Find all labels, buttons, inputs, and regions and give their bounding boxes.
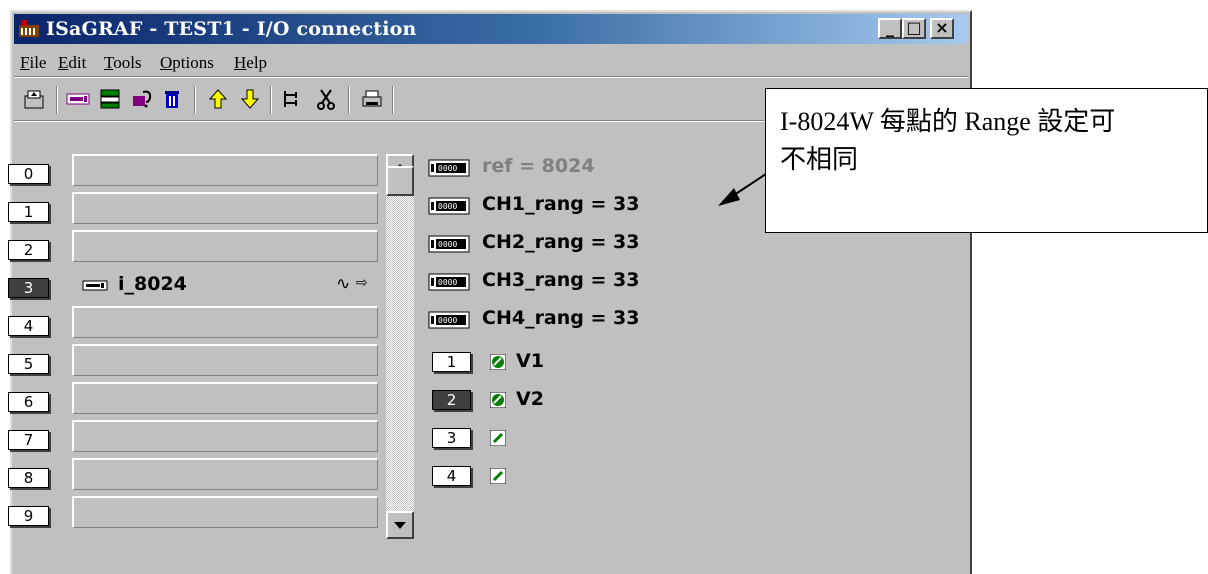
parameters-icon[interactable] xyxy=(128,85,156,113)
parameter-icon: 0000 xyxy=(428,197,470,215)
board-icon[interactable] xyxy=(64,85,92,113)
slot-row-selected[interactable]: i_8024 ∿ ⇨ xyxy=(72,268,378,300)
slot-number[interactable]: 7 xyxy=(8,430,49,450)
menu-separator xyxy=(14,76,968,78)
annotation-box: I-8024W 每點的 Range 設定可 不相同 xyxy=(765,88,1208,233)
free-channel-icon xyxy=(490,430,506,446)
toolbar-separator xyxy=(348,86,350,114)
menu-options[interactable]: Options xyxy=(160,53,214,73)
equipment-icon[interactable] xyxy=(96,85,124,113)
slot-row[interactable] xyxy=(72,192,378,224)
parameter-icon: 0000 xyxy=(428,311,470,329)
board-icon xyxy=(82,280,108,291)
slot-row[interactable] xyxy=(72,458,378,490)
menu-file[interactable]: File xyxy=(20,53,46,73)
output-arrow-icon: ⇨ xyxy=(356,274,368,290)
parameter-text: CH2_rang = 33 xyxy=(482,231,640,253)
parameter-text: CH3_rang = 33 xyxy=(482,269,640,291)
title-bar[interactable]: ISaGRAF - TEST1 - I/O connection _ □ × xyxy=(14,14,968,44)
svg-text:0000: 0000 xyxy=(438,202,457,211)
close-button[interactable]: × xyxy=(930,18,954,39)
slot-row[interactable] xyxy=(72,230,378,262)
slot-row[interactable] xyxy=(72,306,378,338)
svg-text:0000: 0000 xyxy=(438,240,457,249)
move-down-icon[interactable] xyxy=(236,85,264,113)
toolbar-separator xyxy=(270,86,272,114)
slot-number[interactable]: 0 xyxy=(8,164,49,184)
svg-text:0000: 0000 xyxy=(438,278,457,287)
svg-text:0000: 0000 xyxy=(438,316,457,325)
window-title: ISaGRAF - TEST1 - I/O connection xyxy=(46,18,417,40)
toolbar-separator xyxy=(392,86,394,114)
structure-icon[interactable] xyxy=(278,85,306,113)
parameter-icon: 0000 xyxy=(428,235,470,253)
move-up-icon[interactable] xyxy=(204,85,232,113)
menu-edit[interactable]: Edit xyxy=(58,53,86,73)
parameter-text: CH1_rang = 33 xyxy=(482,193,640,215)
annotation-line-1: I-8024W 每點的 Range 設定可 xyxy=(780,107,1116,136)
svg-text:0000: 0000 xyxy=(438,164,457,173)
slot-number[interactable]: 4 xyxy=(8,316,49,336)
isagraf-app-icon[interactable] xyxy=(18,19,40,39)
board-name: i_8024 xyxy=(118,273,187,295)
slot-number[interactable]: 2 xyxy=(8,240,49,260)
parameter-icon: 0000 xyxy=(428,273,470,291)
slot-row[interactable] xyxy=(72,344,378,376)
scroll-thumb[interactable] xyxy=(386,166,414,196)
slot-row[interactable] xyxy=(72,154,378,186)
connected-variable-icon xyxy=(490,354,506,370)
cut-icon[interactable] xyxy=(312,85,340,113)
delete-icon[interactable] xyxy=(158,85,186,113)
free-channel-icon xyxy=(490,468,506,484)
menu-tools[interactable]: Tools xyxy=(104,53,142,73)
slot-number[interactable]: 1 xyxy=(8,202,49,222)
parameter-icon: 0000 xyxy=(428,159,470,177)
channel-number[interactable]: 4 xyxy=(432,466,471,486)
channel-variable[interactable]: V2 xyxy=(516,388,544,410)
annotation-line-2: 不相同 xyxy=(780,145,859,174)
connected-variable-icon xyxy=(490,392,506,408)
slot-number[interactable]: 9 xyxy=(8,506,49,526)
slot-row[interactable] xyxy=(72,382,378,414)
toolbar-separator xyxy=(194,86,196,114)
save-icon[interactable] xyxy=(20,85,48,113)
toolbar-separator xyxy=(56,86,58,114)
print-icon[interactable] xyxy=(358,85,386,113)
channel-variable[interactable]: V1 xyxy=(516,350,544,372)
channel-number[interactable]: 1 xyxy=(432,352,471,372)
slot-number[interactable]: 6 xyxy=(8,392,49,412)
vertical-scrollbar[interactable] xyxy=(386,154,414,539)
slot-row[interactable] xyxy=(72,420,378,452)
slot-number[interactable]: 8 xyxy=(8,468,49,488)
minimize-button[interactable]: _ xyxy=(878,18,902,39)
parameter-text: ref = 8024 xyxy=(482,155,595,177)
menu-help[interactable]: Help xyxy=(234,53,267,73)
slot-row[interactable] xyxy=(72,496,378,528)
channel-number-selected[interactable]: 2 xyxy=(432,390,471,410)
scroll-down-button[interactable] xyxy=(386,511,414,539)
wave-icon: ∿ xyxy=(336,274,351,293)
maximize-button[interactable]: □ xyxy=(902,18,926,39)
slot-number-selected[interactable]: 3 xyxy=(8,278,49,298)
channel-number[interactable]: 3 xyxy=(432,428,471,448)
parameter-text: CH4_rang = 33 xyxy=(482,307,640,329)
slot-number[interactable]: 5 xyxy=(8,354,49,374)
